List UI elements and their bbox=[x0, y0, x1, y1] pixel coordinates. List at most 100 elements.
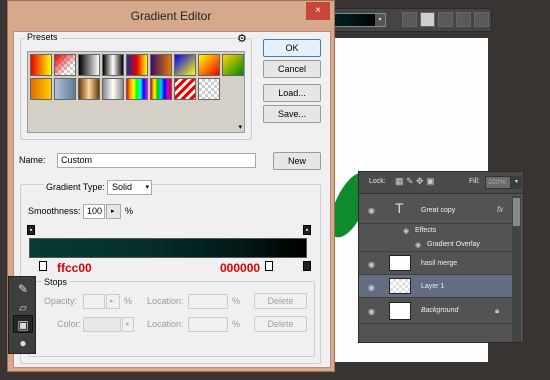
scrollbar-thumb[interactable] bbox=[513, 198, 520, 226]
dialog-title: Gradient Editor bbox=[130, 9, 212, 23]
presets-group: Presets ⚙ ▾ bbox=[20, 32, 252, 140]
ok-button[interactable]: OK bbox=[263, 39, 321, 57]
layer-thumbnail bbox=[389, 302, 411, 320]
eye-icon[interactable]: ◉ bbox=[403, 227, 409, 235]
opacity-dropdown-button[interactable]: ▸ bbox=[106, 294, 120, 309]
gradient-type-value: Solid bbox=[112, 182, 133, 192]
preset-swatch[interactable] bbox=[174, 78, 196, 100]
brush-icon[interactable]: ✎ bbox=[13, 280, 33, 298]
preset-swatch[interactable] bbox=[198, 78, 220, 100]
layer-effects-row[interactable]: ◉ Effects bbox=[359, 224, 513, 238]
chevron-down-icon[interactable]: ▾ bbox=[238, 123, 242, 131]
gradient-editor-dialog: Gradient Editor × Presets ⚙ ▾ OK Cancel … bbox=[7, 0, 335, 372]
opacity-location-label: Location: bbox=[147, 296, 184, 306]
load-button[interactable]: Load... bbox=[263, 84, 321, 102]
presets-swatches: ▾ bbox=[27, 51, 245, 133]
gear-icon[interactable]: ⚙ bbox=[237, 32, 247, 45]
delete-opacity-stop-button[interactable]: Delete bbox=[254, 293, 307, 309]
preset-swatch[interactable] bbox=[174, 54, 196, 76]
preset-swatch[interactable] bbox=[54, 54, 76, 76]
fill-field[interactable]: 100% bbox=[485, 176, 511, 189]
opacity-unit: % bbox=[124, 296, 133, 306]
gradient-tool-icon[interactable]: ▣ bbox=[13, 315, 33, 333]
preset-swatch[interactable] bbox=[222, 54, 244, 76]
reflected-gradient-icon[interactable] bbox=[456, 12, 471, 27]
layer-row-background[interactable]: ◉ Background 🔒︎ bbox=[359, 298, 513, 324]
color-stop-left[interactable] bbox=[39, 261, 47, 271]
chevron-down-icon[interactable]: ▾ bbox=[375, 14, 385, 26]
close-icon[interactable]: × bbox=[306, 2, 330, 20]
preset-swatch[interactable] bbox=[198, 54, 220, 76]
preset-swatch[interactable] bbox=[30, 78, 52, 100]
effects-label: Effects bbox=[415, 227, 437, 234]
smoothness-label: Smoothness: bbox=[28, 206, 81, 216]
gradient-preview-bar[interactable] bbox=[29, 238, 307, 258]
eye-icon[interactable]: ◉ bbox=[368, 283, 375, 292]
radial-gradient-icon[interactable] bbox=[420, 12, 435, 27]
chevron-down-icon: ▾ bbox=[145, 184, 149, 191]
delete-color-stop-button[interactable]: Delete bbox=[254, 316, 307, 332]
color-dropdown-button[interactable]: ▸ bbox=[122, 317, 134, 332]
preset-swatch[interactable] bbox=[150, 78, 172, 100]
preset-swatch[interactable] bbox=[102, 54, 124, 76]
cancel-button[interactable]: Cancel bbox=[263, 60, 321, 78]
type-layer-icon: T bbox=[395, 200, 404, 216]
preset-swatch[interactable] bbox=[102, 78, 124, 100]
layer-row-hasil-merge[interactable]: ◉ hasil merge bbox=[359, 252, 513, 275]
preset-swatch[interactable] bbox=[78, 54, 100, 76]
preset-swatch[interactable] bbox=[150, 54, 172, 76]
chevron-down-icon[interactable]: ▾ bbox=[511, 176, 522, 189]
layer-gradient-overlay-row[interactable]: ◉ Gradient Overlay bbox=[359, 238, 513, 252]
color-location-label: Location: bbox=[147, 319, 184, 329]
stop-color-swatch[interactable] bbox=[83, 317, 121, 332]
color-label: Color: bbox=[57, 319, 82, 329]
fx-icon[interactable]: fx bbox=[497, 205, 503, 214]
color-location-field[interactable] bbox=[188, 317, 228, 332]
angle-gradient-icon[interactable] bbox=[438, 12, 453, 27]
layer-thumbnail bbox=[389, 255, 411, 271]
lock-icons[interactable]: ▦ ✎ ✥ ▣ bbox=[395, 176, 435, 187]
opacity-field[interactable] bbox=[83, 294, 105, 309]
diamond-gradient-icon[interactable] bbox=[474, 12, 489, 27]
lock-label: Lock: bbox=[369, 178, 386, 185]
gradient-type-label: Gradient Type: bbox=[44, 181, 107, 194]
preset-swatch[interactable] bbox=[126, 54, 148, 76]
color-location-unit: % bbox=[232, 319, 241, 329]
layer-row-layer-1[interactable]: ◉ Layer 1 bbox=[359, 275, 513, 298]
smoothness-unit: % bbox=[125, 206, 134, 216]
dialog-client: Presets ⚙ ▾ OK Cancel Load... Save... Na… bbox=[13, 31, 331, 368]
layer-row-great-copy[interactable]: ◉ T Great copy fx bbox=[359, 196, 513, 224]
tools-panel: ✎ ▱ ▣ ● bbox=[8, 276, 36, 354]
left-color-annotation: ffcc00 bbox=[57, 261, 92, 275]
eye-icon[interactable]: ◉ bbox=[415, 241, 421, 249]
layer-name: Layer 1 bbox=[421, 283, 445, 290]
blur-drop-icon[interactable]: ● bbox=[13, 334, 33, 352]
name-field[interactable]: Custom bbox=[57, 153, 256, 168]
gradient-type-select[interactable]: Solid ▾ bbox=[107, 180, 152, 195]
smoothness-dropdown-button[interactable]: ▸ bbox=[106, 204, 121, 219]
smoothness-field[interactable]: 100 bbox=[83, 204, 105, 219]
new-button[interactable]: New bbox=[273, 152, 321, 170]
presets-label: Presets bbox=[25, 32, 60, 42]
layers-scrollbar[interactable] bbox=[512, 196, 521, 342]
color-stop-right[interactable] bbox=[303, 261, 311, 271]
lock-icon: 🔒︎ bbox=[495, 306, 500, 315]
linear-gradient-icon[interactable] bbox=[402, 12, 417, 27]
save-button[interactable]: Save... bbox=[263, 105, 321, 123]
opacity-location-field[interactable] bbox=[188, 294, 228, 309]
opacity-label: Opacity: bbox=[44, 296, 78, 306]
preset-swatch[interactable] bbox=[30, 54, 52, 76]
preset-swatch[interactable] bbox=[78, 78, 100, 100]
opacity-location-unit: % bbox=[232, 296, 241, 306]
preset-swatch[interactable] bbox=[126, 78, 148, 100]
preset-swatch[interactable] bbox=[54, 78, 76, 100]
fill-label: Fill: bbox=[469, 178, 480, 185]
layers-lock-bar: Lock: ▦ ✎ ✥ ▣ Fill: 100% ▾ bbox=[359, 172, 523, 194]
eye-icon[interactable]: ◉ bbox=[368, 260, 375, 269]
eye-icon[interactable]: ◉ bbox=[368, 206, 375, 215]
eye-icon[interactable]: ◉ bbox=[368, 307, 375, 316]
opacity-stop-left[interactable]: ▪ bbox=[27, 225, 35, 235]
opacity-stop-right[interactable]: ▪ bbox=[303, 225, 311, 235]
layer-name: hasil merge bbox=[421, 260, 458, 267]
color-stop-mid[interactable] bbox=[265, 261, 273, 271]
